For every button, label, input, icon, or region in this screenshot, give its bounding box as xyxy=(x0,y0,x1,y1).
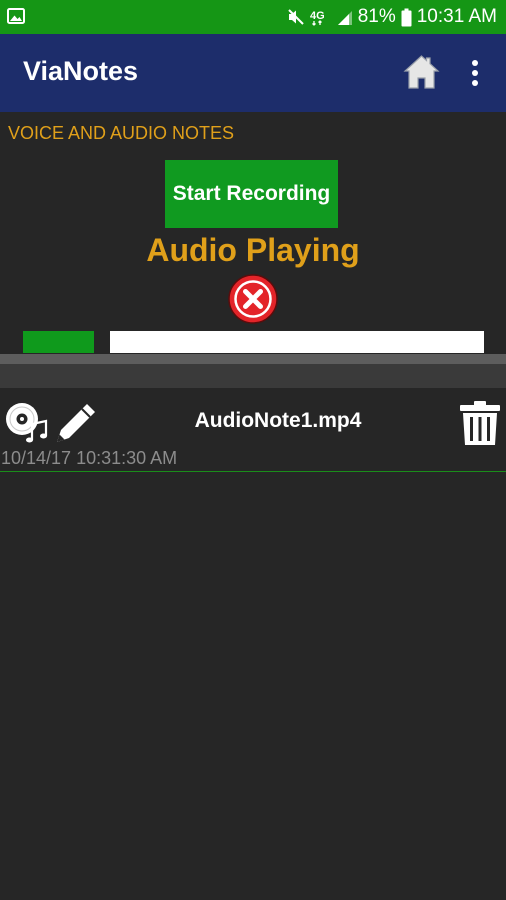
divider xyxy=(0,354,506,364)
trash-icon[interactable] xyxy=(458,400,502,446)
start-recording-button[interactable]: Start Recording xyxy=(165,160,338,228)
app-title: ViaNotes xyxy=(23,56,139,86)
gallery-icon xyxy=(7,8,25,24)
note-filename: AudioNote1.mp4 xyxy=(194,409,362,432)
app-bar: ViaNotes xyxy=(0,34,506,112)
more-vert-icon[interactable] xyxy=(468,59,482,87)
note-timestamp: 10/14/17 10:31:30 AM xyxy=(1,448,178,468)
home-icon[interactable] xyxy=(403,54,440,90)
list-item[interactable]: AudioNote1.mp4 10/14/17 10:31:30 AM xyxy=(0,388,506,472)
playback-progress-fill xyxy=(23,331,94,353)
battery-icon xyxy=(401,8,412,26)
stop-icon[interactable] xyxy=(228,274,278,324)
cd-music-icon[interactable] xyxy=(3,400,49,446)
network-type-label: 4G xyxy=(310,10,325,22)
edit-pencil-icon[interactable] xyxy=(53,400,99,446)
section-title: VOICE AND AUDIO NOTES xyxy=(8,123,235,143)
battery-percent: 81% xyxy=(357,6,396,27)
status-bar: 4G 81% 10:31 AM xyxy=(0,0,506,34)
clock-time: 10:31 AM xyxy=(416,6,497,27)
playback-progress-track[interactable] xyxy=(110,331,484,353)
audio-status: Audio Playing xyxy=(146,232,360,268)
lte-icon: 4G xyxy=(310,10,325,26)
list-header-band xyxy=(0,364,506,388)
signal-icon xyxy=(337,11,352,25)
mute-icon xyxy=(287,9,304,25)
